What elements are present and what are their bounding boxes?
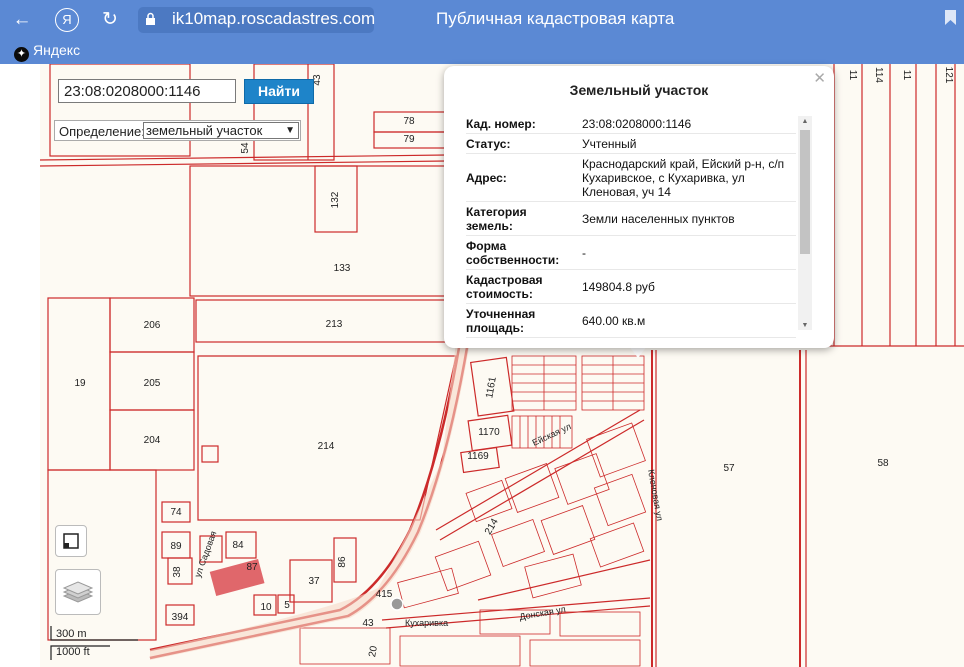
parcel-info-popup: ✕ Земельный участок Кад. номер: 23:08:020… (444, 66, 834, 348)
reload-icon[interactable]: ↻ (98, 8, 122, 32)
table-row: Адрес: Краснодарский край, Ейский р-н, с/… (466, 153, 796, 202)
row-key: Кад. номер: (466, 114, 582, 134)
parcel-label: 5 (284, 600, 290, 611)
row-key: Уточненная площадь: (466, 303, 582, 338)
layers-button[interactable] (55, 569, 101, 615)
back-arrow-icon[interactable]: ← (10, 8, 34, 32)
definition-label: Определение: (59, 124, 145, 139)
parcel-label: 205 (144, 378, 161, 389)
parcel-label: 214 (318, 441, 335, 452)
table-row: Кад. номер: 23:08:0208000:1146 (466, 114, 796, 134)
row-value: - (582, 235, 796, 270)
parcel-label: 1170 (478, 427, 500, 438)
parcel-label: 19 (74, 378, 86, 389)
parcel-label: 79 (403, 134, 415, 145)
scroll-up-icon[interactable]: ▲ (798, 118, 812, 125)
row-value: 640.00 кв.м (582, 303, 796, 338)
parcel-label: 78 (403, 116, 415, 127)
parcel-label: 38 (172, 566, 183, 578)
parcel-label: 89 (170, 541, 182, 552)
parcel-label: 74 (170, 507, 182, 518)
parcel-label: 204 (144, 435, 161, 446)
row-key: Статус: (466, 133, 582, 154)
lock-icon (145, 12, 156, 25)
parcel-label: 11 (847, 70, 858, 81)
parcel-label: 133 (334, 263, 351, 274)
bookmark-yandex[interactable]: ✦ Яндекс (14, 42, 80, 62)
row-value: 149804.8 руб (582, 269, 796, 304)
find-button[interactable]: Найти (244, 79, 314, 104)
parcel-label: 11 (901, 70, 912, 81)
parcel-label: 206 (144, 320, 161, 331)
row-key: Категория земель: (466, 201, 582, 236)
parcel-label: 54 (240, 142, 251, 154)
definition-select[interactable]: земельный участок ▼ (143, 122, 299, 139)
row-value: Земли населенных пунктов (582, 201, 796, 236)
parcel-label: 87 (246, 562, 258, 573)
bookmark-label: Яндекс (33, 42, 81, 58)
parcel-label: 43 (362, 618, 374, 629)
scale-bar: 300 m 1000 ft (50, 626, 140, 660)
row-value: 23:08:0208000:1146 (582, 114, 796, 134)
cadastral-number-input[interactable] (58, 79, 236, 103)
scroll-down-icon[interactable]: ▼ (798, 322, 812, 329)
parcel-label: 37 (308, 576, 320, 587)
table-row: Форма собственности: - (466, 235, 796, 270)
popup-scrollbar[interactable]: ▲ ▼ (798, 116, 812, 330)
scroll-thumb[interactable] (800, 130, 810, 254)
fullscreen-icon (63, 533, 79, 549)
parcel-label: 132 (330, 191, 341, 208)
table-row: Статус: Учтенный (466, 133, 796, 154)
parcel-label: 58 (877, 458, 889, 469)
browser-toolbar: ← Я ↻ ik10map.roscadastres.com Публичная… (0, 0, 964, 64)
row-key: Адрес: (466, 153, 582, 202)
definition-selected-value: земельный участок (146, 123, 263, 138)
chevron-down-icon: ▼ (285, 125, 295, 136)
scale-imperial: 1000 ft (56, 646, 90, 658)
parcel-label: 415 (376, 589, 393, 600)
yandex-star-icon: ✦ (14, 47, 29, 62)
yandex-icon[interactable]: Я (55, 8, 79, 32)
layers-icon (62, 581, 94, 603)
url-text[interactable]: ik10map.roscadastres.com (172, 9, 375, 29)
parcel-label: 84 (232, 540, 244, 551)
parcel-label: 114 (873, 67, 884, 83)
parcel-label: 213 (326, 319, 343, 330)
parcel-label: 1169 (467, 451, 489, 462)
parcel-label: 121 (943, 67, 954, 84)
table-row: Уточненная площадь: 640.00 кв.м (466, 303, 796, 338)
parcel-label: 86 (337, 556, 348, 568)
street-label: Кухаривка (405, 618, 448, 628)
parcel-label: 394 (172, 612, 189, 623)
row-value: Учтенный (582, 133, 796, 154)
row-value: Краснодарский край, Ейский р-н, с/п Куха… (582, 153, 796, 202)
row-key: Кадастровая стоимость: (466, 269, 582, 304)
parcel-label: 10 (260, 602, 272, 613)
row-key: Форма собственности: (466, 235, 582, 270)
scale-metric: 300 m (56, 628, 87, 640)
parcel-label: 57 (723, 463, 735, 474)
bookmark-icon[interactable] (945, 10, 956, 30)
fullscreen-button[interactable] (55, 525, 87, 557)
table-row: Категория земель: Земли населенных пункто… (466, 201, 796, 236)
parcel-info-table: Кад. номер: 23:08:0208000:1146 Статус: Учт… (466, 114, 796, 338)
definition-filter: Определение: земельный участок ▼ (54, 120, 301, 141)
table-row: Кадастровая стоимость: 149804.8 руб (466, 269, 796, 304)
page-title: Публичная кадастровая карта (436, 9, 675, 28)
popup-title: Земельный участок (569, 82, 709, 98)
